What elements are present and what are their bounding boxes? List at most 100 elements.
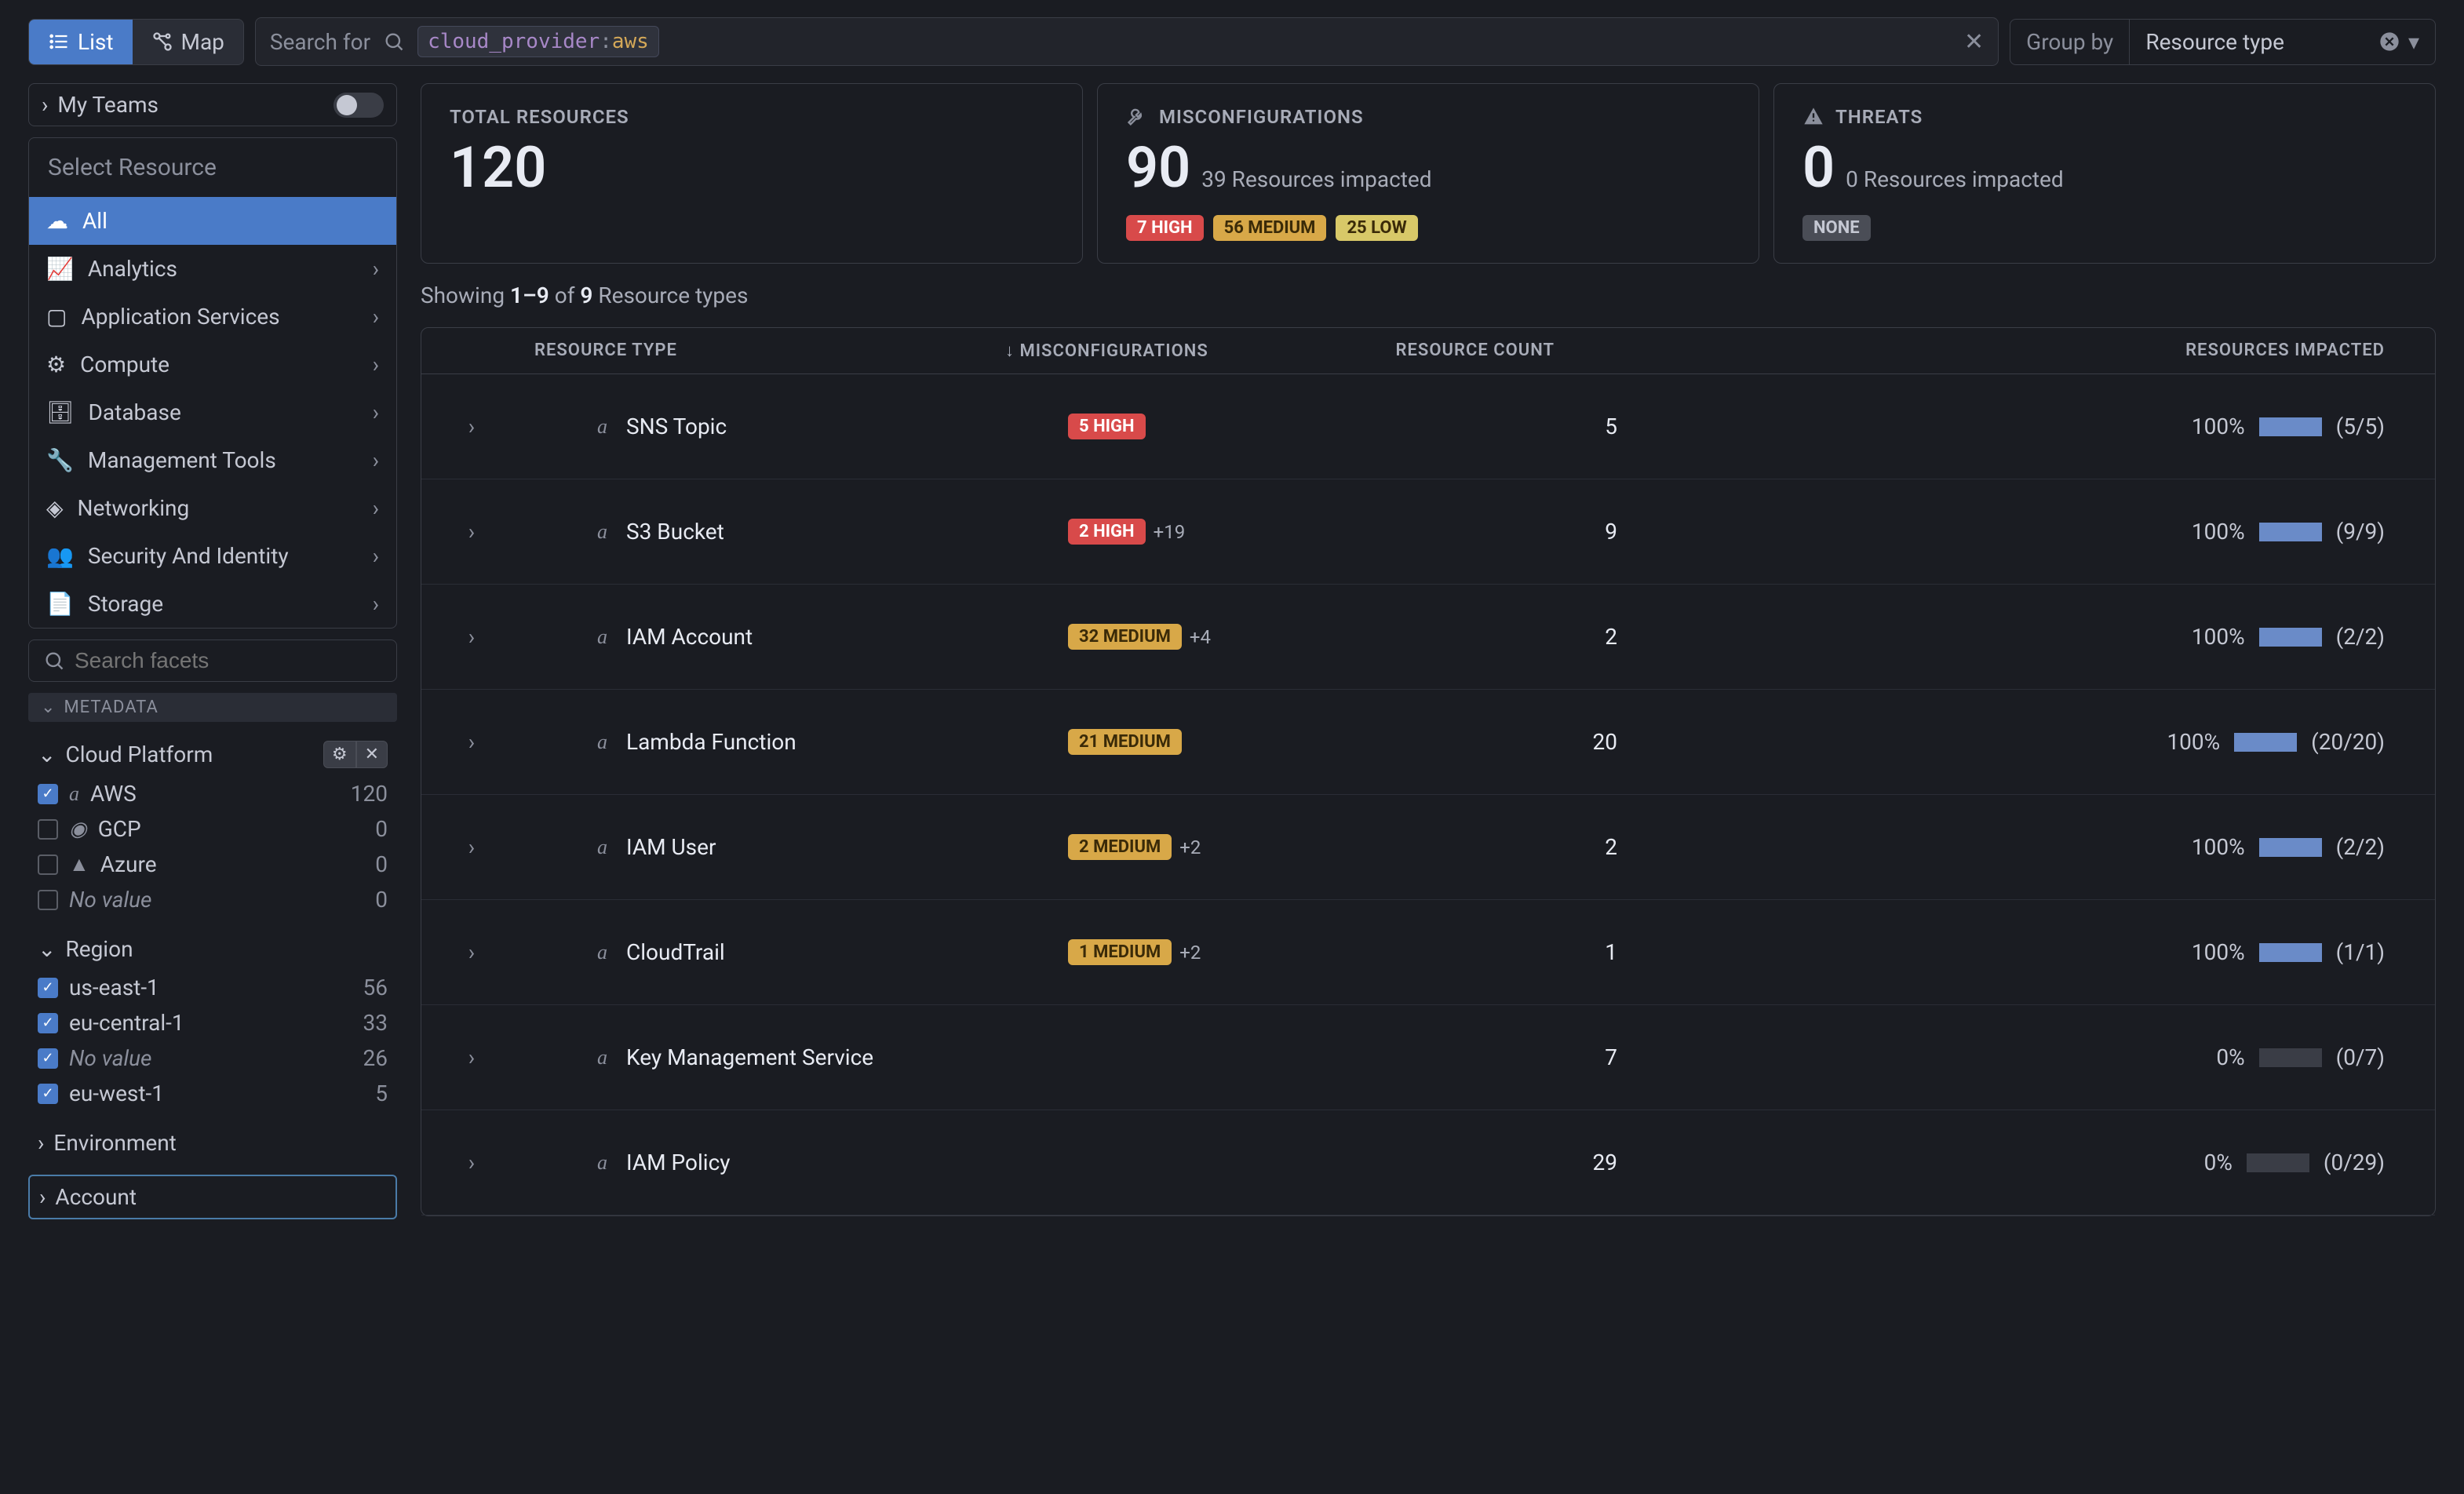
facet-search-input[interactable] [75, 648, 382, 673]
sidebar-item-application-services[interactable]: ▢Application Services› [29, 293, 396, 341]
medium-badge: 56 MEDIUM [1213, 215, 1327, 241]
provider-icon: ▲ [69, 853, 89, 876]
groupby-value[interactable]: Resource type ▾ [2130, 20, 2435, 64]
environment-section[interactable]: › Environment [28, 1122, 397, 1164]
search-bar[interactable]: Search for cloud_provider:aws ✕ [255, 17, 1999, 66]
expand-button[interactable]: › [440, 939, 503, 965]
expand-button[interactable]: › [440, 414, 503, 439]
total-resources-value: 120 [450, 134, 1054, 201]
impact-fraction: (2/2) [2336, 624, 2385, 650]
facet-row[interactable]: No value0 [28, 882, 397, 917]
region-section[interactable]: ⌄ Region [28, 928, 397, 970]
expand-button[interactable]: › [440, 729, 503, 755]
resource-type-name: Lambda Function [626, 729, 796, 755]
impact-fraction: (0/7) [2336, 1044, 2385, 1070]
facet-label: No value [69, 887, 151, 913]
checkbox[interactable]: ✓ [38, 1013, 58, 1033]
cloud-platform-title: Cloud Platform [65, 742, 213, 767]
cloud-platform-section[interactable]: ⌄ Cloud Platform ⚙ ✕ [28, 733, 397, 776]
clear-filter-button[interactable]: ✕ [356, 741, 388, 768]
sidebar-item-networking[interactable]: ◈Networking› [29, 484, 396, 532]
search-chip[interactable]: cloud_provider:aws [417, 26, 659, 57]
checkbox[interactable] [38, 854, 58, 875]
clear-groupby-icon[interactable] [2378, 31, 2400, 53]
chevron-right-icon: › [38, 1130, 44, 1156]
table-row[interactable]: › aIAM User 2 MEDIUM+2 2 100% (2/2) [421, 795, 2435, 900]
checkbox[interactable]: ✓ [38, 784, 58, 804]
checkbox[interactable] [38, 890, 58, 910]
table-row[interactable]: › aKey Management Service 7 0% (0/7) [421, 1005, 2435, 1110]
account-section[interactable]: › Account [28, 1175, 397, 1219]
resource-type-name: Key Management Service [626, 1044, 873, 1070]
chevron-right-icon: › [373, 256, 379, 282]
resource-table: RESOURCE TYPE ↓ MISCONFIGURATIONS RESOUR… [421, 327, 2436, 1216]
expand-button[interactable]: › [440, 624, 503, 650]
resource-icon: 📈 [46, 256, 74, 282]
expand-button[interactable]: › [440, 1150, 503, 1175]
card-title: THREATS [1835, 106, 1923, 128]
list-view-button[interactable]: List [29, 20, 133, 64]
aws-icon: a [597, 1046, 607, 1069]
aws-icon: a [597, 625, 607, 649]
threats-card: THREATS 0 0 Resources impacted NONE [1773, 83, 2436, 264]
table-row[interactable]: › aCloudTrail 1 MEDIUM+2 1 100% (1/1) [421, 900, 2435, 1005]
metadata-group[interactable]: ⌄ METADATA [28, 693, 397, 722]
filter-icon[interactable]: ⚙ [323, 741, 356, 768]
facet-row[interactable]: ✓aAWS120 [28, 776, 397, 811]
facet-count: 0 [375, 816, 388, 842]
sidebar-item-management-tools[interactable]: 🔧Management Tools› [29, 436, 396, 484]
facet-search[interactable] [28, 640, 397, 682]
table-row[interactable]: › aIAM Policy 29 0% (0/29) [421, 1110, 2435, 1215]
impact-percent: 0% [2216, 1044, 2244, 1070]
groupby-value-text: Resource type [2145, 29, 2284, 55]
expand-button[interactable]: › [440, 1044, 503, 1070]
facet-row[interactable]: ✓eu-west-15 [28, 1076, 397, 1111]
expand-button[interactable]: › [440, 834, 503, 860]
provider-icon: a [69, 782, 79, 806]
col-resources-impacted[interactable]: RESOURCES IMPACTED [1602, 341, 2416, 361]
col-resource-count[interactable]: RESOURCE COUNT [1319, 341, 1602, 361]
col-misconfigurations[interactable]: ↓ MISCONFIGURATIONS [1005, 341, 1319, 361]
my-teams-row[interactable]: › My Teams [28, 83, 397, 126]
facet-count: 5 [375, 1080, 388, 1106]
sidebar-item-analytics[interactable]: 📈Analytics› [29, 245, 396, 293]
checkbox[interactable] [38, 819, 58, 840]
severity-badge: 32 MEDIUM [1068, 624, 1182, 650]
impact-bar [2259, 943, 2322, 962]
sidebar-item-storage[interactable]: 📄Storage› [29, 580, 396, 628]
resource-icon: 👥 [46, 543, 74, 569]
facet-row[interactable]: ✓No value26 [28, 1040, 397, 1076]
checkbox[interactable]: ✓ [38, 1084, 58, 1104]
my-teams-toggle[interactable] [334, 93, 384, 118]
resource-label: Database [89, 399, 181, 425]
map-view-button[interactable]: Map [133, 20, 243, 64]
low-badge: 25 LOW [1336, 215, 1417, 241]
clear-search-button[interactable]: ✕ [1964, 28, 1984, 56]
expand-button[interactable]: › [440, 519, 503, 545]
sidebar-item-compute[interactable]: ⚙Compute› [29, 341, 396, 388]
my-teams-label: My Teams [57, 92, 159, 118]
checkbox[interactable]: ✓ [38, 978, 58, 998]
facet-label: us-east-1 [69, 975, 159, 1000]
checkbox[interactable]: ✓ [38, 1048, 58, 1069]
high-badge: 7 HIGH [1126, 215, 1204, 241]
sidebar-item-security-and-identity[interactable]: 👥Security And Identity› [29, 532, 396, 580]
facet-row[interactable]: ◉GCP0 [28, 811, 397, 847]
resource-icon: 🗄 [46, 399, 75, 425]
chevron-right-icon: › [373, 591, 379, 617]
aws-icon: a [597, 836, 607, 859]
table-row[interactable]: › aIAM Account 32 MEDIUM+4 2 100% (2/2) [421, 585, 2435, 690]
table-row[interactable]: › aSNS Topic 5 HIGH 5 100% (5/5) [421, 374, 2435, 479]
table-row[interactable]: › aLambda Function 21 MEDIUM 20 100% (20… [421, 690, 2435, 795]
sidebar-item-database[interactable]: 🗄Database› [29, 388, 396, 436]
col-resource-type[interactable]: RESOURCE TYPE [440, 341, 1005, 361]
extra-count: +4 [1190, 626, 1211, 648]
facet-row[interactable]: ✓us-east-156 [28, 970, 397, 1005]
table-row[interactable]: › aS3 Bucket 2 HIGH+19 9 100% (9/9) [421, 479, 2435, 585]
facet-row[interactable]: ✓eu-central-133 [28, 1005, 397, 1040]
facet-row[interactable]: ▲Azure0 [28, 847, 397, 882]
misconfigurations-card: MISCONFIGURATIONS 90 39 Resources impact… [1097, 83, 1759, 264]
impact-percent: 100% [2192, 939, 2245, 965]
resource-icon: 🔧 [46, 447, 74, 473]
sidebar-item-all[interactable]: ☁All [29, 197, 396, 245]
